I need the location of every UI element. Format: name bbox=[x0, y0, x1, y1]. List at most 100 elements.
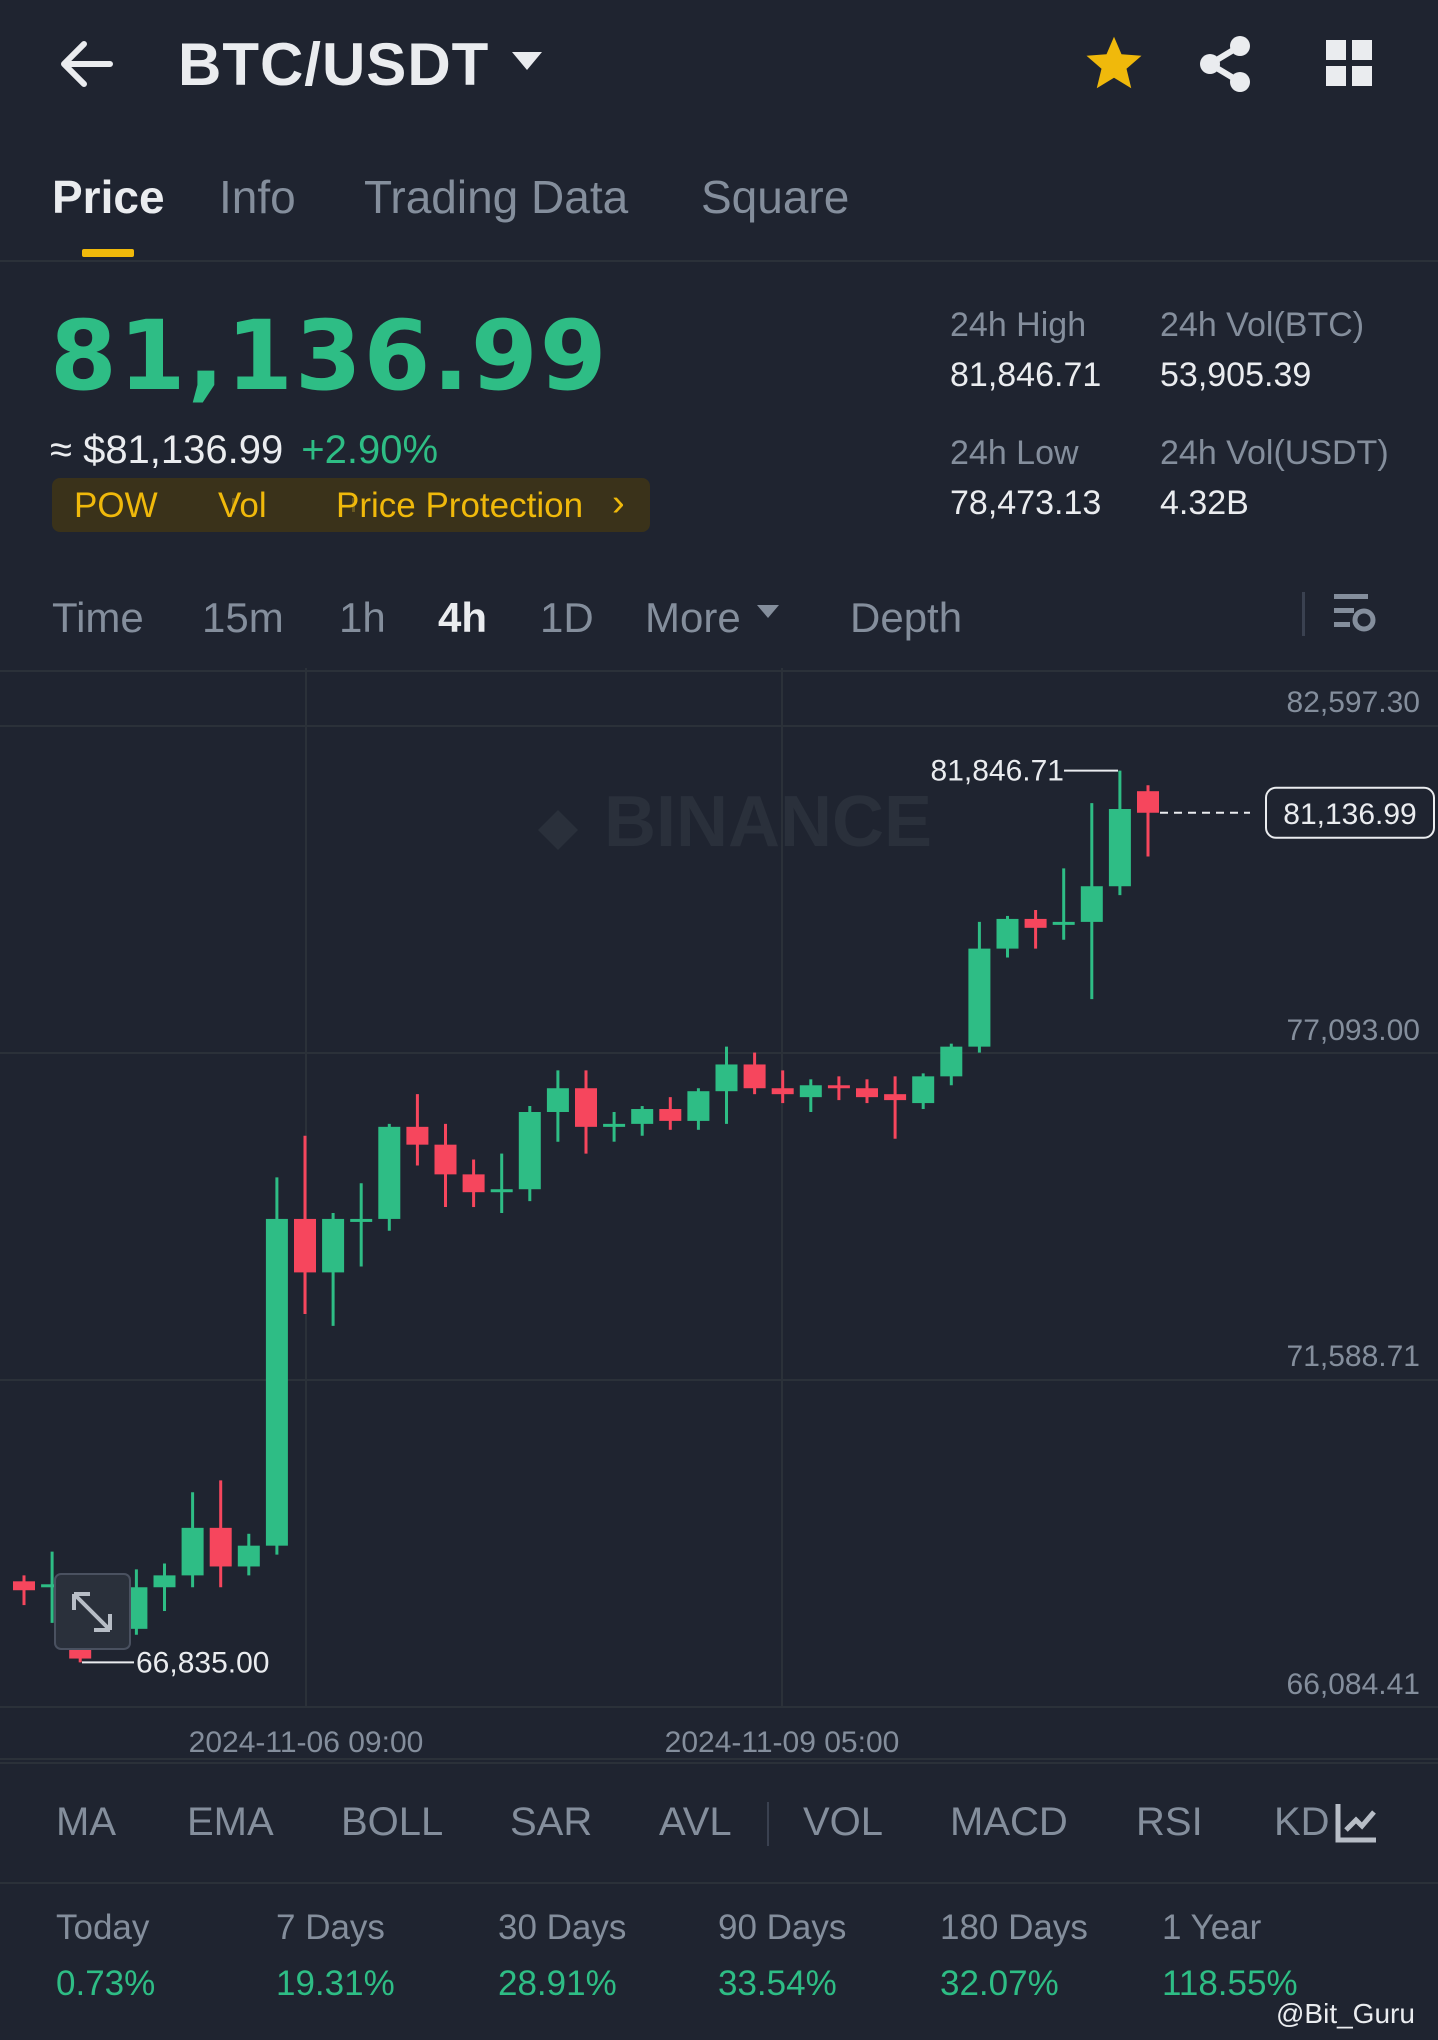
stat-24h-vol-usdt-value: 4.32B bbox=[1160, 484, 1249, 522]
fullscreen-button[interactable] bbox=[54, 1573, 131, 1650]
candle bbox=[659, 1097, 682, 1130]
candle-body bbox=[462, 1174, 485, 1193]
chevron-right-icon: › bbox=[612, 482, 625, 524]
indicator-rsi[interactable]: RSI bbox=[1136, 1800, 1203, 1845]
candle-body bbox=[13, 1581, 35, 1591]
candle bbox=[856, 1079, 878, 1104]
tab-square[interactable]: Square bbox=[701, 170, 849, 224]
tag-pow[interactable]: POW bbox=[74, 486, 158, 526]
fiat-price: ≈ $81,136.99 bbox=[50, 428, 284, 472]
tag-bar[interactable]: POW Vol Price Protection › bbox=[52, 478, 650, 532]
pair-title[interactable]: BTC/USDT bbox=[178, 30, 489, 99]
candle-body bbox=[209, 1527, 232, 1567]
candle-body bbox=[940, 1046, 963, 1077]
candle-body bbox=[350, 1218, 373, 1222]
tab-price[interactable]: Price bbox=[52, 170, 165, 224]
candle bbox=[1052, 868, 1075, 940]
candle bbox=[715, 1046, 738, 1124]
star-icon[interactable] bbox=[1084, 34, 1144, 92]
candle bbox=[153, 1563, 176, 1612]
indicator-bar: MA EMA BOLL SAR AVL VOL MACD RSI KD bbox=[0, 1762, 1438, 1884]
last-price: 81,136.99 bbox=[50, 300, 609, 412]
stat-24h-low-value: 78,473.13 bbox=[950, 484, 1102, 522]
candle-body bbox=[434, 1144, 457, 1175]
candle-body bbox=[659, 1109, 682, 1121]
candle-body bbox=[1080, 886, 1103, 922]
interval-15m[interactable]: 15m bbox=[202, 594, 284, 642]
chart-settings-icon[interactable] bbox=[1332, 590, 1376, 638]
user-watermark: @Bit_Guru bbox=[1276, 1998, 1415, 2029]
perf-30d-value: 28.91% bbox=[498, 1964, 617, 2003]
grid-menu-icon[interactable] bbox=[1326, 40, 1374, 88]
price-change: +2.90% bbox=[301, 428, 439, 472]
price-chart[interactable]: BINANCE 82,597.30 77,093.00 71,588.71 66… bbox=[0, 668, 1438, 1760]
candle bbox=[631, 1106, 654, 1136]
candle-body bbox=[771, 1088, 794, 1095]
indicator-vol[interactable]: VOL bbox=[803, 1800, 883, 1845]
stat-24h-vol-usdt-label: 24h Vol(USDT) bbox=[1160, 434, 1389, 472]
stat-24h-low-label: 24h Low bbox=[950, 434, 1079, 472]
indicator-macd[interactable]: MACD bbox=[950, 1800, 1068, 1845]
candle bbox=[799, 1079, 822, 1112]
candle-body bbox=[294, 1218, 316, 1273]
indicator-ema[interactable]: EMA bbox=[187, 1800, 274, 1845]
tab-info[interactable]: Info bbox=[219, 170, 296, 224]
perf-180d-value: 32.07% bbox=[940, 1964, 1059, 2003]
candle bbox=[968, 921, 991, 1053]
candle-body bbox=[265, 1218, 288, 1546]
tag-vol[interactable]: Vol bbox=[218, 486, 267, 526]
low-price-marker: 66,835.00 bbox=[136, 1646, 269, 1679]
indicator-settings-icon[interactable] bbox=[1334, 1802, 1378, 1844]
indicator-boll[interactable]: BOLL bbox=[341, 1800, 443, 1845]
active-tab-indicator bbox=[82, 249, 134, 257]
dropdown-caret-icon[interactable] bbox=[510, 50, 544, 74]
candle-body bbox=[1137, 791, 1159, 813]
price-fiat-row: ≈ $81,136.99 +2.90% bbox=[50, 428, 438, 473]
candle-body bbox=[406, 1126, 429, 1145]
share-icon[interactable] bbox=[1198, 34, 1254, 94]
perf-180d-label: 180 Days bbox=[940, 1908, 1088, 1947]
perf-1y-label: 1 Year bbox=[1162, 1908, 1262, 1947]
tag-price-protection[interactable]: Price Protection bbox=[336, 486, 583, 526]
indicator-avl[interactable]: AVL bbox=[659, 1800, 732, 1845]
interval-more[interactable]: More bbox=[645, 594, 741, 642]
interval-4h[interactable]: 4h bbox=[438, 594, 487, 642]
candle bbox=[350, 1183, 373, 1267]
candle-body bbox=[631, 1109, 654, 1124]
candle bbox=[294, 1135, 316, 1314]
interval-1d[interactable]: 1D bbox=[540, 594, 594, 642]
candle-body bbox=[518, 1111, 541, 1190]
candle bbox=[771, 1070, 794, 1104]
tab-trading-data[interactable]: Trading Data bbox=[364, 170, 628, 224]
candle bbox=[603, 1111, 626, 1142]
indicator-sar[interactable]: SAR bbox=[510, 1800, 592, 1845]
candle bbox=[181, 1492, 204, 1588]
binance-watermark: BINANCE bbox=[538, 782, 932, 862]
interval-depth[interactable]: Depth bbox=[850, 594, 962, 642]
candle bbox=[687, 1088, 710, 1130]
candle bbox=[209, 1480, 232, 1588]
back-arrow-icon[interactable] bbox=[56, 36, 116, 92]
candle bbox=[940, 1043, 963, 1086]
perf-90d-value: 33.54% bbox=[718, 1964, 837, 2003]
indicator-ma[interactable]: MA bbox=[56, 1800, 116, 1845]
candle-body bbox=[715, 1064, 738, 1092]
interval-1h[interactable]: 1h bbox=[339, 594, 386, 642]
candle bbox=[322, 1212, 345, 1326]
interval-time[interactable]: Time bbox=[52, 594, 144, 642]
perf-90d-label: 90 Days bbox=[718, 1908, 847, 1947]
candle-body bbox=[884, 1094, 907, 1101]
candle bbox=[462, 1159, 485, 1208]
candle-body bbox=[856, 1088, 878, 1098]
stat-24h-vol-btc-label: 24h Vol(BTC) bbox=[1160, 306, 1365, 344]
interval-bar: Time 15m 1h 4h 1D More Depth bbox=[0, 580, 1438, 672]
candle bbox=[912, 1073, 935, 1110]
perf-7d-label: 7 Days bbox=[276, 1908, 385, 1947]
candle-body bbox=[603, 1123, 626, 1127]
candle bbox=[1137, 785, 1159, 857]
candle-body bbox=[546, 1088, 569, 1112]
candle-body bbox=[322, 1218, 345, 1273]
last-price-label: 81,136.99 bbox=[1283, 798, 1416, 831]
y-tick-label: 66,084.41 bbox=[1287, 1668, 1420, 1701]
indicator-kd[interactable]: KD bbox=[1274, 1800, 1330, 1845]
